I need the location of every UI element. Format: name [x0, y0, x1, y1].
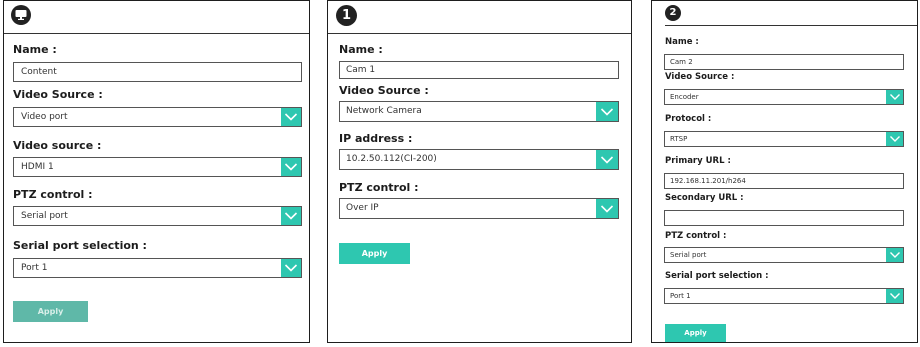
protocol-select[interactable]: RTSP [664, 131, 904, 147]
ptz-control-label: PTZ control : [339, 181, 419, 194]
name-label: Name : [339, 43, 383, 56]
ptz-control-select[interactable]: Serial port [664, 247, 904, 263]
step-badge: 1 [336, 5, 357, 26]
serial-port-select[interactable]: Port 1 [664, 288, 904, 304]
ptz-control-value: Serial port [21, 211, 68, 221]
ptz-control-select[interactable]: Over IP [339, 198, 619, 219]
monitor-icon [15, 10, 27, 20]
video-source-label: Video Source : [665, 72, 735, 82]
primary-url-field[interactable]: 192.168.11.201/h264 [664, 173, 904, 189]
chevron-down-icon[interactable] [281, 158, 301, 176]
ptz-control-select[interactable]: Serial port [13, 206, 302, 226]
chevron-down-icon[interactable] [281, 207, 301, 225]
video-source-value: Network Camera [346, 106, 422, 116]
video-source-2-label: Video source : [13, 139, 102, 152]
apply-button[interactable]: Apply [13, 301, 88, 322]
chevron-down-icon[interactable] [596, 102, 618, 121]
content-settings-panel: Name : Content Video Source : Video port… [3, 0, 310, 343]
chevron-down-icon[interactable] [281, 108, 301, 126]
video-source-label: Video Source : [13, 88, 103, 101]
serial-port-label: Serial port selection : [13, 239, 147, 252]
monitor-badge [11, 5, 31, 25]
header-divider [328, 33, 631, 34]
serial-port-label: Serial port selection : [665, 271, 769, 281]
ip-address-label: IP address : [339, 132, 413, 145]
video-source-select[interactable]: Video port [13, 107, 302, 127]
video-source-2-value: HDMI 1 [21, 162, 54, 172]
video-source-label: Video Source : [339, 84, 429, 97]
serial-port-value: Port 1 [21, 263, 48, 273]
primary-url-label: Primary URL : [665, 156, 731, 166]
ptz-control-label: PTZ control : [665, 231, 727, 241]
name-label: Name : [13, 43, 57, 56]
chevron-down-icon[interactable] [886, 90, 903, 104]
video-source-select[interactable]: Network Camera [339, 101, 619, 122]
video-source-value: Encoder [670, 93, 699, 101]
chevron-down-icon[interactable] [886, 248, 903, 262]
ptz-control-value: Over IP [346, 203, 379, 213]
ip-address-value: 10.2.50.112(CI-200) [346, 154, 437, 164]
chevron-down-icon[interactable] [886, 289, 903, 303]
name-field[interactable]: Content [13, 62, 302, 82]
chevron-down-icon[interactable] [281, 259, 301, 277]
chevron-down-icon[interactable] [596, 150, 618, 169]
chevron-down-icon[interactable] [596, 199, 618, 218]
step-badge: 2 [665, 5, 681, 21]
video-source-2-select[interactable]: HDMI 1 [13, 157, 302, 177]
ptz-control-label: PTZ control : [13, 188, 93, 201]
cam1-settings-panel: 1 Name : Cam 1 Video Source : Network Ca… [327, 0, 632, 343]
serial-port-select[interactable]: Port 1 [13, 258, 302, 278]
cam2-settings-panel: 2 Name : Cam 2 Video Source : Encoder Pr… [651, 0, 918, 343]
apply-button[interactable]: Apply [339, 243, 410, 264]
ip-address-select[interactable]: 10.2.50.112(CI-200) [339, 149, 619, 170]
header-divider [665, 25, 917, 26]
protocol-label: Protocol : [665, 114, 712, 124]
ptz-control-value: Serial port [670, 251, 707, 259]
secondary-url-field[interactable] [664, 210, 904, 226]
serial-port-value: Port 1 [670, 292, 691, 300]
video-source-select[interactable]: Encoder [664, 89, 904, 105]
video-source-value: Video port [21, 112, 68, 122]
apply-button[interactable]: Apply [665, 324, 726, 342]
header-divider [4, 33, 309, 34]
name-field[interactable]: Cam 2 [664, 54, 904, 70]
chevron-down-icon[interactable] [886, 132, 903, 146]
secondary-url-label: Secondary URL : [665, 193, 744, 203]
name-field[interactable]: Cam 1 [339, 61, 619, 79]
protocol-value: RTSP [670, 135, 688, 143]
name-label: Name : [665, 37, 699, 47]
